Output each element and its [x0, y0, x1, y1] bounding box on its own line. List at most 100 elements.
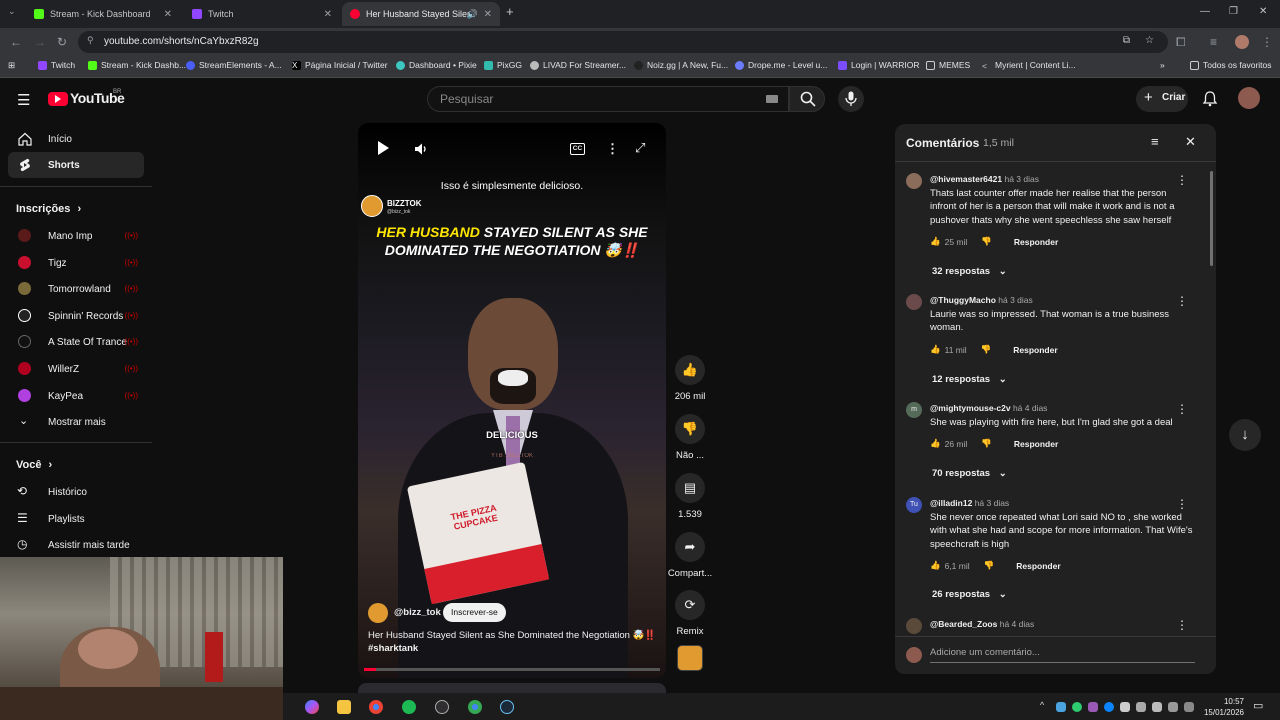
tray-overflow-icon[interactable]: ^: [1040, 700, 1044, 710]
browser-tab-youtube[interactable]: Her Husband Stayed Silen 🔊 ✕: [342, 2, 500, 26]
create-button[interactable]: + Criar: [1136, 86, 1188, 112]
keyboard-icon[interactable]: [766, 95, 778, 103]
browser-tab-kick[interactable]: Stream - Kick Dashboard ✕: [26, 2, 180, 26]
comment-author[interactable]: @illadin12: [930, 498, 972, 508]
sidebar-item-history[interactable]: ⟲ Histórico: [16, 482, 138, 502]
extensions-icon[interactable]: ⧠: [1176, 35, 1186, 50]
add-comment-input[interactable]: Adicione um comentário...: [930, 647, 1195, 663]
like-icon[interactable]: 👍: [930, 236, 941, 247]
subscription-item[interactable]: KayPea ((•)): [16, 386, 138, 406]
all-bookmarks-folder[interactable]: Todos os favoritos: [1190, 60, 1272, 70]
tray-app-icon[interactable]: [1072, 702, 1082, 712]
comment-menu-icon[interactable]: ⋮: [1176, 618, 1188, 632]
url-field[interactable]: ⚲ youtube.com/shorts/nCaYbxzR82g ⧉ ☆: [78, 31, 1168, 53]
install-app-icon[interactable]: ⧉: [1123, 35, 1130, 46]
comment-author[interactable]: @Bearded_Zoos: [930, 619, 997, 629]
remix-button[interactable]: ⟳ Remix: [670, 590, 710, 637]
bookmark-livad[interactable]: LIVAD For Streamer...: [530, 60, 626, 70]
comment-menu-icon[interactable]: ⋮: [1176, 402, 1188, 416]
progress-bar[interactable]: [364, 668, 660, 671]
bookmark-star-icon[interactable]: ☆: [1145, 35, 1154, 46]
file-explorer-icon[interactable]: [337, 700, 351, 714]
search-input[interactable]: Pesquisar: [427, 86, 789, 112]
search-button[interactable]: [789, 86, 825, 112]
sidebar-item-watch-later[interactable]: ◷ Assistir mais tarde: [16, 535, 138, 555]
channel-name[interactable]: @bizz_tok: [394, 607, 441, 618]
subscription-item[interactable]: Mano Imp ((•)): [16, 226, 138, 246]
forward-icon[interactable]: →: [34, 35, 46, 49]
view-replies-button[interactable]: 12 respostas ⌄: [932, 374, 1007, 385]
comment-author[interactable]: @mightymouse-c2v: [930, 403, 1011, 413]
sort-icon[interactable]: ≡: [1151, 134, 1159, 149]
bookmark-memes[interactable]: MEMES: [926, 60, 970, 70]
tray-app-icon[interactable]: [1088, 702, 1098, 712]
comment-avatar[interactable]: Tu: [906, 497, 922, 513]
comments-button[interactable]: ▤ 1.539: [670, 473, 710, 520]
subscription-item[interactable]: A State Of Trance ((•)): [16, 332, 138, 352]
hashtag-link[interactable]: #sharktank: [368, 643, 418, 654]
menu-icon[interactable]: ☰: [17, 91, 30, 109]
comment-author[interactable]: @hivemaster6421: [930, 174, 1002, 184]
channel-avatar[interactable]: [368, 603, 388, 623]
next-short-button[interactable]: ↓: [1229, 419, 1261, 451]
like-icon[interactable]: 👍: [930, 344, 941, 355]
speaker-icon[interactable]: 🔊: [467, 9, 478, 20]
reply-button[interactable]: Responder: [1013, 345, 1057, 355]
dislike-icon[interactable]: 👎: [984, 560, 995, 571]
reply-button[interactable]: Responder: [1014, 439, 1058, 449]
steam-icon[interactable]: [500, 700, 514, 714]
site-info-icon[interactable]: ⚲: [87, 35, 94, 46]
close-icon[interactable]: ✕: [1185, 134, 1196, 150]
bookmark-streamelements[interactable]: StreamElements - A...: [186, 60, 282, 70]
share-button[interactable]: ➦ Compart...: [666, 532, 714, 579]
bluetooth-icon[interactable]: [1104, 702, 1114, 712]
obs-icon[interactable]: [435, 700, 449, 714]
close-tab-icon[interactable]: ✕: [324, 9, 332, 20]
tray-app-icon[interactable]: [1184, 702, 1194, 712]
play-icon[interactable]: [378, 141, 389, 155]
account-avatar[interactable]: [1238, 87, 1260, 109]
copilot-icon[interactable]: [305, 700, 319, 714]
like-button[interactable]: 👍 206 mil: [670, 355, 710, 402]
bookmark-kick[interactable]: Stream - Kick Dashb...: [88, 60, 186, 70]
show-more-button[interactable]: ⌄ Mostrar mais: [16, 412, 138, 432]
sidebar-item-playlists[interactable]: ☰ Playlists: [16, 509, 138, 529]
like-icon[interactable]: 👍: [930, 560, 941, 571]
captions-icon[interactable]: CC: [570, 143, 585, 155]
dislike-button[interactable]: 👎 Não ...: [670, 414, 710, 461]
subscription-item[interactable]: Tigz ((•)): [16, 253, 138, 273]
more-bookmarks-icon[interactable]: »: [1160, 60, 1165, 70]
tray-app-icon[interactable]: [1056, 702, 1066, 712]
browser-menu-icon[interactable]: ⋮: [1261, 35, 1273, 49]
bookmark-twitch[interactable]: Twitch: [38, 60, 75, 70]
comment-avatar[interactable]: [906, 294, 922, 310]
youtube-logo-icon[interactable]: [48, 92, 68, 106]
subscriptions-heading[interactable]: Inscrições ›: [16, 203, 81, 215]
tray-app-icon[interactable]: [1120, 702, 1130, 712]
scrollbar-thumb[interactable]: [1210, 171, 1213, 266]
notification-center-icon[interactable]: ▭: [1253, 699, 1263, 712]
subscribe-button[interactable]: Inscrever-se: [443, 603, 506, 622]
reply-button[interactable]: Responder: [1016, 561, 1060, 571]
view-replies-button[interactable]: 26 respostas ⌄: [932, 589, 1007, 600]
volume-icon[interactable]: [414, 142, 428, 156]
more-options-icon[interactable]: ⋮: [606, 141, 619, 157]
restore-button[interactable]: ❐: [1229, 6, 1238, 17]
view-replies-button[interactable]: 70 respostas ⌄: [932, 468, 1007, 479]
comment-avatar[interactable]: [906, 173, 922, 189]
bookmark-warrior[interactable]: Login | WARRIOR: [838, 60, 920, 70]
new-tab-button[interactable]: +: [506, 4, 514, 19]
profile-avatar[interactable]: [1235, 35, 1249, 49]
shorts-video-player[interactable]: CC ⋮ ⤢ Isso é simplesmente delicioso. BI…: [358, 123, 666, 678]
browser-tab-twitch[interactable]: Twitch ✕: [184, 2, 340, 26]
comment-menu-icon[interactable]: ⋮: [1176, 173, 1188, 187]
dislike-icon[interactable]: 👎: [981, 344, 992, 355]
close-tab-icon[interactable]: ✕: [484, 9, 492, 20]
reply-button[interactable]: Responder: [1014, 237, 1058, 247]
minimize-button[interactable]: —: [1200, 6, 1210, 17]
volume-tray-icon[interactable]: [1152, 702, 1162, 712]
comment-menu-icon[interactable]: ⋮: [1176, 497, 1188, 511]
fullscreen-icon[interactable]: ⤢: [635, 140, 645, 156]
voice-search-button[interactable]: [838, 86, 864, 112]
dislike-icon[interactable]: 👎: [981, 236, 992, 247]
